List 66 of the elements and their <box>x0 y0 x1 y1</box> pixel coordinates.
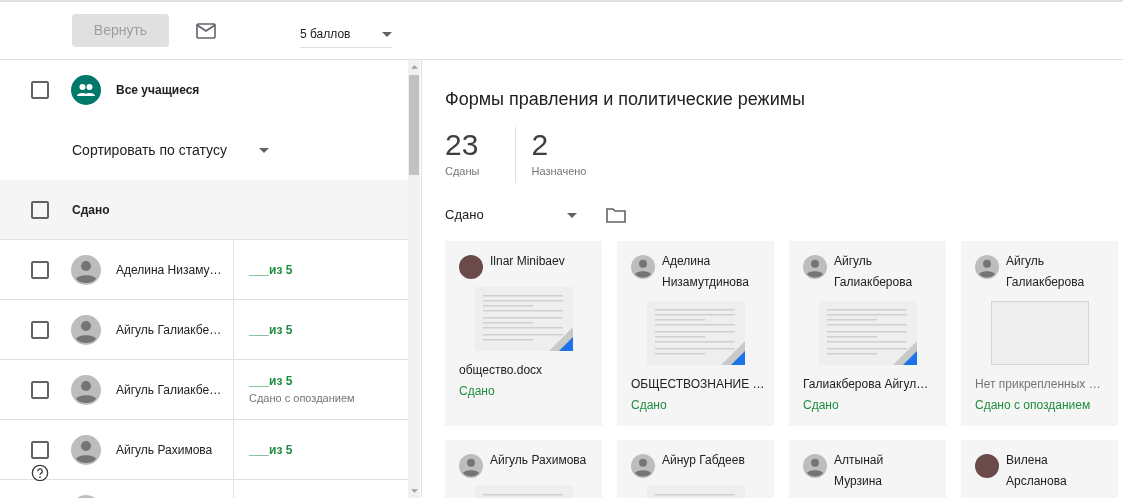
points-select[interactable]: 5 баллов <box>300 21 392 48</box>
submission-status: Сдано <box>803 397 840 414</box>
submission-card[interactable]: Вилена Арсланова <box>961 440 1118 498</box>
scroll-down-arrow-icon[interactable] <box>410 489 418 493</box>
person-avatar-icon <box>71 434 101 465</box>
checkbox[interactable] <box>31 200 49 219</box>
student-name[interactable]: Айгуль Рахимова <box>116 440 213 459</box>
document-thumbnail[interactable] <box>818 301 917 365</box>
submission-status: Сдано <box>459 383 496 400</box>
caret-icon <box>258 147 269 153</box>
grade-text[interactable]: ___из 5 <box>249 440 293 459</box>
submission-card[interactable]: Айгуль Галиакберова Нет прикрепленных … Сдано с опозданием <box>961 241 1118 426</box>
scrollbar-thumb[interactable] <box>409 75 419 175</box>
submission-status: Сдано <box>631 397 668 414</box>
student-name: Вилена Арсланова <box>1006 452 1068 490</box>
document-thumbnail[interactable] <box>646 301 745 365</box>
student-name[interactable]: Айгуль Галиакбе… <box>116 320 222 339</box>
student-name: Айгуль Галиакберова <box>1006 253 1086 291</box>
no-attachment-text: Нет прикрепленных … <box>975 376 1102 393</box>
student-name: Ilnar Minibaev <box>490 253 565 270</box>
student-name[interactable]: Айгуль Галиакбе… <box>116 380 222 399</box>
student-name[interactable]: Аделина Низаму… <box>116 260 222 279</box>
help-icon[interactable] <box>31 464 49 482</box>
person-avatar-icon <box>71 374 101 405</box>
person-avatar-icon <box>71 254 101 285</box>
student-name: Аделина Низамутдинова <box>662 253 750 291</box>
grade-text[interactable]: ___из 5 <box>249 320 293 339</box>
sort-select[interactable]: Сортировать по статусу <box>72 139 269 161</box>
stat-count: 23 <box>445 127 480 163</box>
checkbox[interactable] <box>31 380 49 399</box>
student-name: Айнур Габдеев <box>662 452 745 469</box>
filter-select[interactable]: Сдано <box>445 205 577 225</box>
stat-label: Назначено <box>531 164 587 179</box>
student-name: Алтынай Мурзина <box>834 452 885 490</box>
folder-icon[interactable] <box>606 207 626 223</box>
late-status: Сдано с опозданием <box>249 391 355 407</box>
submission-card[interactable]: Алтынай Мурзина <box>789 440 946 498</box>
all-students-label: Все учащиеся <box>116 82 200 99</box>
checkbox[interactable] <box>31 320 49 339</box>
stat-label: Сданы <box>445 164 480 179</box>
group-icon <box>71 75 101 105</box>
student-name: Айгуль Галиакберова <box>834 253 914 291</box>
scroll-up-arrow-icon[interactable] <box>410 65 418 69</box>
file-name: общество.docx <box>459 362 544 379</box>
student-name: Айгуль Рахимова <box>490 452 587 469</box>
submission-card[interactable]: Айгуль Галиакберова Галиакберова Айгул… Сдано <box>789 241 946 426</box>
person-avatar-icon <box>71 314 101 345</box>
submission-status: Сдано с опозданием <box>975 397 1092 414</box>
caret-icon <box>382 31 392 37</box>
scrollbar[interactable] <box>408 60 420 498</box>
group-label: Сдано <box>72 201 110 219</box>
checkbox[interactable] <box>31 440 49 459</box>
grade-text[interactable]: ___из 5 <box>249 260 293 279</box>
caret-icon <box>567 212 577 218</box>
checkbox[interactable] <box>31 81 49 99</box>
stat-count: 2 <box>531 127 550 163</box>
assignment-title: Формы правления и политические режимы <box>445 88 807 111</box>
submission-card[interactable]: Аделина Низамутдинова ОБЩЕСТВОЗНАНИЕ … Сдано <box>617 241 774 426</box>
checkbox[interactable] <box>31 260 49 279</box>
mail-icon[interactable] <box>196 22 216 39</box>
submission-card[interactable]: Айнур Габдеев <box>617 440 774 498</box>
file-name: Галиакберова Айгул… <box>803 376 930 393</box>
document-thumbnail[interactable] <box>474 287 573 351</box>
grade-text[interactable]: ___из 5 <box>249 372 355 391</box>
submission-card[interactable]: Ilnar Minibaev общество.docx Сдано <box>445 241 602 426</box>
submission-card[interactable]: Айгуль Рахимова <box>445 440 602 498</box>
